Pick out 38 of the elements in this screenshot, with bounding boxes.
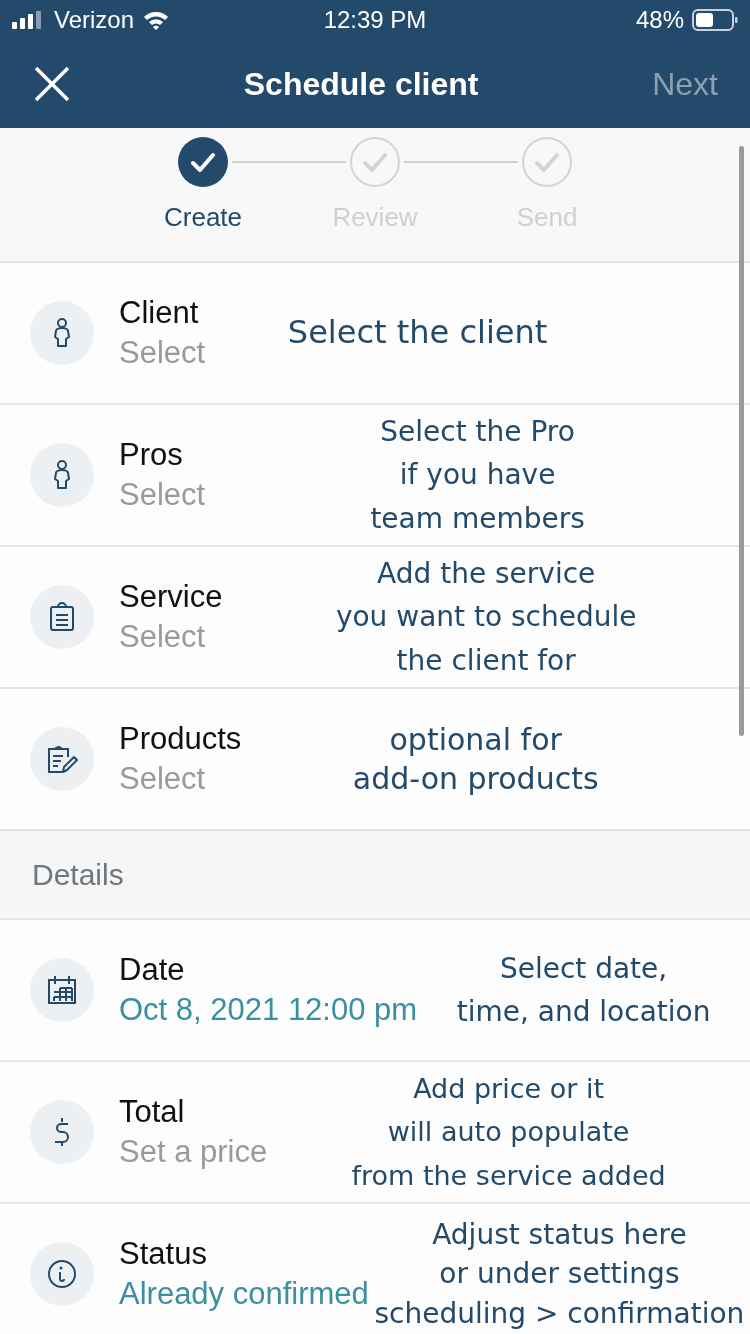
- field-label: Pros: [119, 437, 184, 473]
- field-label: Date: [119, 952, 186, 988]
- annotation-note: Select the Pro if you have team members: [370, 413, 585, 537]
- field-label: Status: [119, 1236, 208, 1272]
- clock-time: 12:39 PM: [323, 6, 427, 34]
- field-label: Service: [119, 579, 223, 615]
- annotation-note: Add the service you want to schedule the client for: [335, 555, 637, 679]
- battery-icon: [692, 9, 738, 31]
- field-label: Total: [119, 1094, 186, 1130]
- field-value: Set a price: [119, 1134, 268, 1170]
- person-icon: [53, 460, 71, 490]
- battery-percent: 48%: [635, 6, 684, 34]
- field-label: Client: [119, 295, 200, 331]
- close-icon: [34, 66, 70, 102]
- clipboard-icon: [49, 602, 75, 632]
- annotation-note: optional for add-on products: [352, 721, 599, 798]
- close-button[interactable]: [34, 66, 70, 102]
- screen-title: Schedule client: [243, 65, 479, 103]
- field-value: Select: [119, 619, 207, 655]
- annotation-note: Select date, time, and location: [456, 950, 711, 1030]
- field-label: Products: [119, 721, 242, 757]
- annotation-note: Adjust status here or under settings scheduling > confirmation: [374, 1217, 745, 1332]
- field-value: Select: [119, 477, 206, 513]
- person-icon: [53, 318, 71, 348]
- wifi-icon: [142, 10, 171, 30]
- carrier-name: Verizon: [54, 6, 135, 34]
- dollar-icon: [52, 1117, 72, 1147]
- calendar-icon: [47, 975, 77, 1005]
- field-value: Already confirmed: [119, 1276, 369, 1312]
- field-value: Select: [119, 761, 207, 797]
- clipboard-pen-icon: [46, 744, 78, 774]
- section-header: Details: [32, 857, 124, 892]
- field-value: Oct 8, 2021 12:00 pm: [119, 992, 418, 1028]
- annotation-note: Add price or it will auto populate from the service added: [351, 1072, 666, 1193]
- annotation-note: Select the client: [287, 312, 548, 354]
- info-icon: [47, 1259, 77, 1289]
- field-value: Select: [119, 335, 206, 371]
- step-label[interactable]: Create: [164, 202, 243, 233]
